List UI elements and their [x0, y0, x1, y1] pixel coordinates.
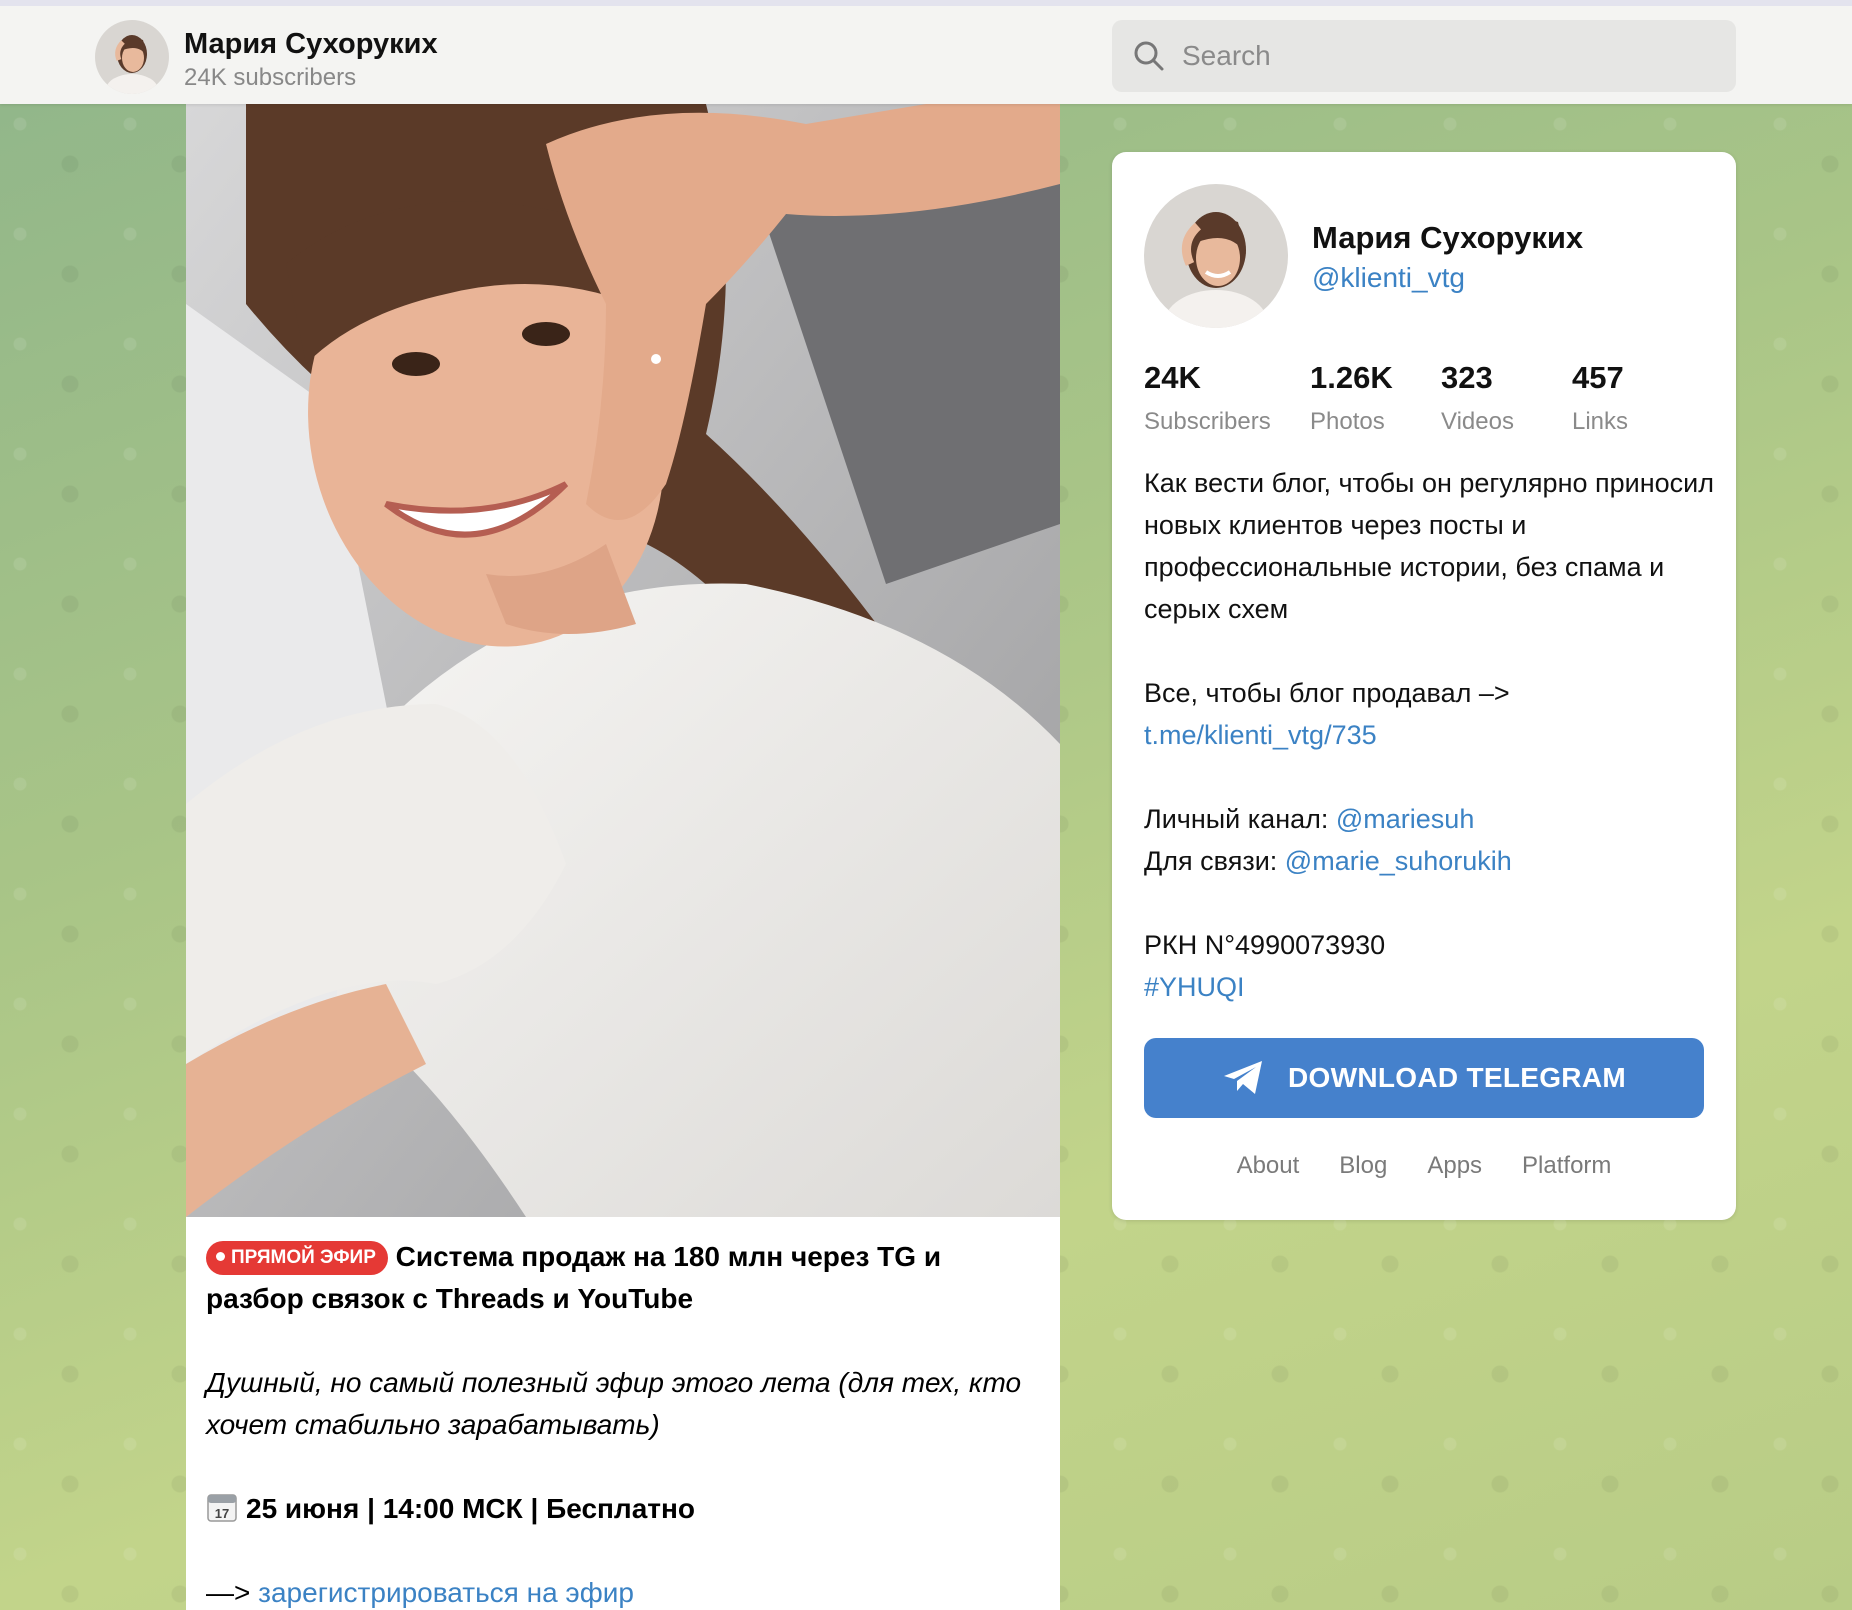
search-input[interactable]: [1182, 40, 1702, 72]
card-channel-handle[interactable]: @klienti_vtg: [1312, 262, 1465, 294]
stat-value: 457: [1572, 360, 1624, 395]
sell-text: Все, чтобы блог продавал –>: [1144, 678, 1510, 708]
search-icon: [1132, 39, 1166, 73]
stat-label: Photos: [1310, 408, 1385, 435]
stat-value: 24K: [1144, 360, 1201, 395]
post-date: 25 июня | 14:00 МСК | Бесплатно: [246, 1493, 696, 1524]
personal-channel-link[interactable]: @mariesuh: [1336, 804, 1474, 834]
post-date-line: 17 25 июня | 14:00 МСК | Бесплатно: [206, 1488, 1046, 1530]
personal-label: Личный канал:: [1144, 804, 1336, 834]
post-subtitle: Душный, но самый полезный эфир этого лет…: [206, 1367, 1022, 1440]
card-avatar[interactable]: [1144, 184, 1288, 328]
telegram-plane-icon: [1222, 1059, 1266, 1097]
footer-link-apps[interactable]: Apps: [1427, 1152, 1482, 1180]
stat-value: 1.26K: [1310, 360, 1393, 395]
footer-link-about[interactable]: About: [1237, 1152, 1300, 1180]
download-telegram-button[interactable]: DOWNLOAD TELEGRAM: [1144, 1038, 1704, 1118]
channel-post: ПРЯМОЙ ЭФИР Система продаж на 180 млн че…: [186, 104, 1060, 1610]
post-text: ПРЯМОЙ ЭФИР Система продаж на 180 млн че…: [206, 1236, 1046, 1610]
svg-text:17: 17: [215, 1506, 229, 1521]
live-badge: ПРЯМОЙ ЭФИР: [206, 1241, 388, 1275]
stat-photos[interactable]: 1.26K Photos: [1310, 360, 1393, 436]
stat-subscribers: 24K Subscribers: [1144, 360, 1271, 436]
register-line: —> зарегистрироваться на эфир: [206, 1572, 1046, 1610]
channel-title: Мария Сухоруких: [184, 28, 438, 60]
stat-links[interactable]: 457 Links: [1572, 360, 1628, 436]
calendar-icon: 17: [206, 1491, 238, 1523]
header-bar: Мария Сухоруких 24K subscribers: [0, 0, 1852, 104]
download-telegram-label: DOWNLOAD TELEGRAM: [1288, 1062, 1626, 1093]
footer-links: About Blog Apps Platform: [1112, 1152, 1736, 1180]
stat-label: Videos: [1441, 408, 1514, 435]
description-text: Как вести блог, чтобы он регулярно прино…: [1144, 468, 1714, 624]
stat-value: 323: [1441, 360, 1493, 395]
stat-label: Links: [1572, 408, 1629, 435]
stat-videos[interactable]: 323 Videos: [1441, 360, 1514, 436]
subscriber-count: 24K subscribers: [184, 64, 357, 91]
channel-description: Как вести блог, чтобы он регулярно прино…: [1144, 462, 1714, 1008]
footer-link-blog[interactable]: Blog: [1339, 1152, 1387, 1180]
contact-label: Для связи:: [1144, 846, 1285, 876]
hashtag-link[interactable]: #YHUQI: [1144, 972, 1245, 1002]
search-box[interactable]: [1112, 20, 1736, 92]
contact-link[interactable]: @marie_suhorukih: [1285, 846, 1512, 876]
card-channel-name: Мария Сухоруких: [1312, 220, 1584, 255]
register-arrow: —>: [206, 1577, 259, 1608]
stat-label: Subscribers: [1144, 408, 1271, 435]
channel-avatar[interactable]: [95, 20, 169, 94]
register-link[interactable]: зарегистрироваться на эфир: [258, 1577, 634, 1608]
live-badge-label: ПРЯМОЙ ЭФИР: [231, 1247, 376, 1268]
footer-link-platform[interactable]: Platform: [1522, 1152, 1611, 1180]
contact-line: Для связи: @marie_suhorukih: [1144, 840, 1714, 882]
personal-channel-line: Личный канал: @mariesuh: [1144, 798, 1714, 840]
rkn-number: РКН N°4990073930: [1144, 930, 1386, 960]
sell-link[interactable]: t.me/klienti_vtg/735: [1144, 720, 1377, 750]
channel-info-card: Мария Сухоруких @klienti_vtg 24K Subscri…: [1112, 152, 1736, 1220]
post-photo[interactable]: [186, 104, 1060, 1217]
